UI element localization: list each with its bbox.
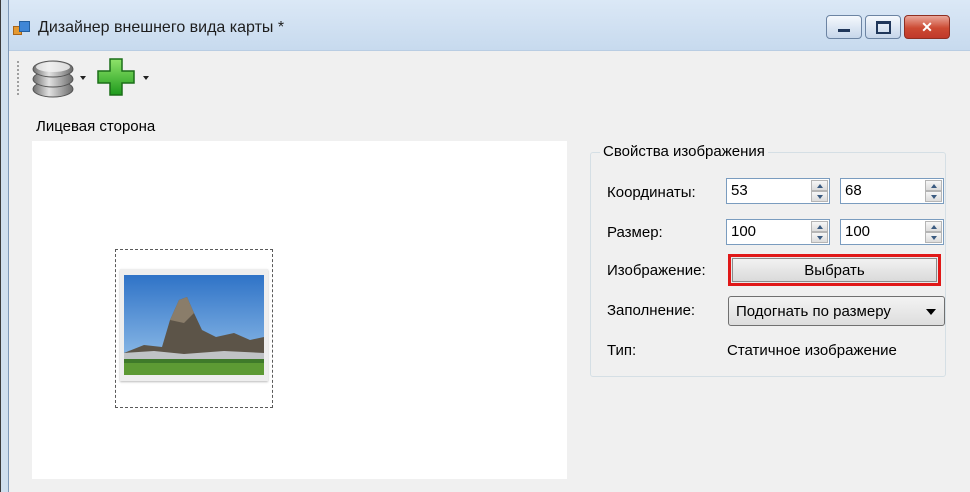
image-label: Изображение:	[607, 262, 706, 279]
spin-up-icon[interactable]	[811, 221, 828, 232]
database-icon	[32, 60, 74, 98]
maximize-icon	[866, 16, 900, 38]
close-button[interactable]: ✕	[904, 15, 950, 39]
choose-button-label: Выбрать	[732, 258, 937, 282]
spin-down-icon[interactable]	[811, 232, 828, 243]
fill-label: Заполнение:	[607, 302, 696, 319]
choose-image-button[interactable]: Выбрать	[728, 254, 941, 286]
chevron-down-icon	[926, 309, 936, 315]
chevron-down-icon	[80, 76, 86, 80]
spin-down-icon[interactable]	[811, 191, 828, 202]
coordinate-y-stepper[interactable]: 68	[840, 178, 944, 204]
database-dropdown-button[interactable]	[31, 57, 89, 99]
spin-down-icon[interactable]	[925, 191, 942, 202]
canvas-label: Лицевая сторона	[36, 118, 156, 135]
window-controls: ✕	[826, 15, 950, 39]
app-icon	[13, 20, 30, 36]
spin-up-icon[interactable]	[925, 221, 942, 232]
spin-up-icon[interactable]	[925, 180, 942, 191]
add-dropdown-button[interactable]	[96, 57, 156, 99]
size-label: Размер:	[607, 224, 663, 241]
spin-up-icon[interactable]	[811, 180, 828, 191]
coordinate-y-value: 68	[845, 182, 862, 199]
image-element[interactable]	[120, 269, 268, 381]
size-height-stepper[interactable]: 100	[840, 219, 944, 245]
window-border	[0, 0, 9, 492]
landscape-photo	[124, 275, 264, 375]
type-value: Статичное изображение	[727, 342, 897, 359]
toolbar-grip[interactable]	[17, 61, 19, 95]
chevron-down-icon	[143, 76, 149, 80]
close-icon: ✕	[921, 18, 933, 35]
minimize-button[interactable]	[826, 15, 862, 39]
maximize-button[interactable]	[865, 15, 901, 39]
coordinate-x-value: 53	[731, 182, 748, 199]
spin-down-icon[interactable]	[925, 232, 942, 243]
title-bar[interactable]: Дизайнер внешнего вида карты * ✕	[0, 0, 970, 51]
add-plus-icon	[97, 58, 135, 96]
fill-mode-select[interactable]: Подогнать по размеру	[728, 296, 945, 326]
coordinate-x-stepper[interactable]: 53	[726, 178, 830, 204]
coordinates-label: Координаты:	[607, 184, 696, 201]
toolbar	[9, 51, 970, 103]
designer-window: Дизайнер внешнего вида карты * ✕ Лицевая…	[0, 0, 970, 492]
size-height-value: 100	[845, 223, 871, 240]
card-canvas[interactable]	[32, 141, 567, 479]
size-width-stepper[interactable]: 100	[726, 219, 830, 245]
type-label: Тип:	[607, 342, 637, 359]
fill-mode-value: Подогнать по размеру	[736, 303, 891, 320]
size-width-value: 100	[731, 223, 757, 240]
group-title: Свойства изображения	[600, 143, 768, 160]
window-title: Дизайнер внешнего вида карты *	[38, 19, 285, 36]
minimize-icon	[827, 16, 861, 38]
